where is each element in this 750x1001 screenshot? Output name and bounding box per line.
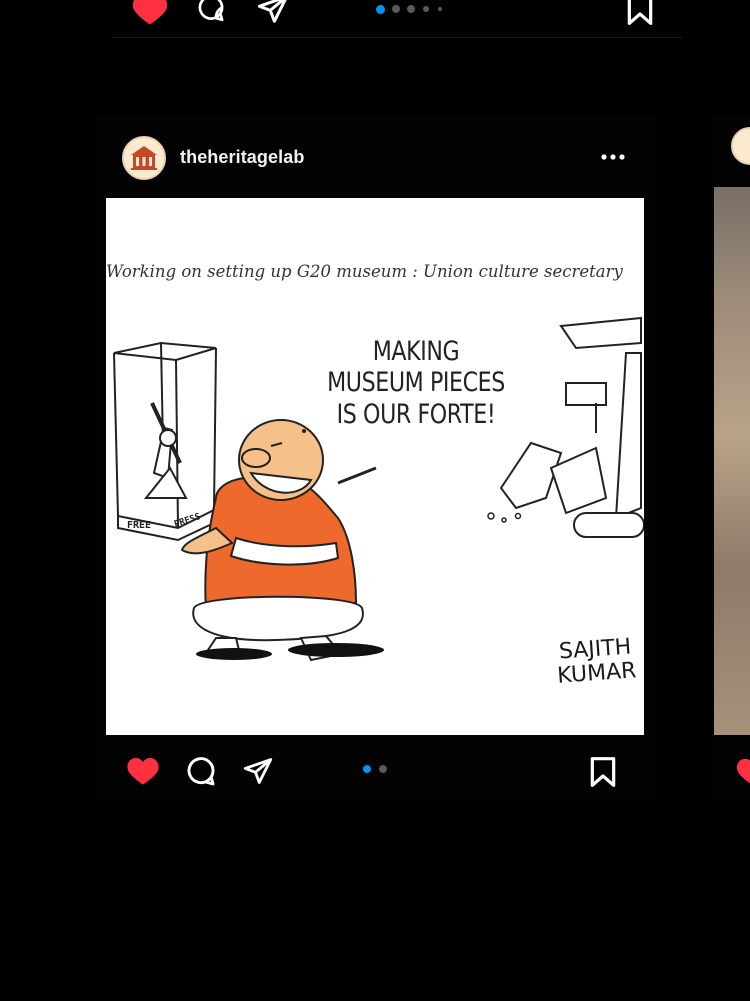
speech-line: MUSEUM PIECES	[327, 367, 505, 399]
divider	[112, 37, 682, 38]
carousel-dot-active	[363, 765, 371, 773]
next-post-image[interactable]	[714, 187, 750, 735]
speech-bubble-text: MAKING MUSEUM PIECES IS OUR FORTE!	[326, 336, 506, 430]
post-username[interactable]: theheritagelab	[180, 147, 304, 168]
heritage-logo-icon	[131, 146, 157, 170]
profile-avatar[interactable]	[122, 136, 166, 180]
speech-line: IS OUR FORTE!	[336, 398, 496, 430]
share-icon[interactable]	[256, 0, 290, 24]
more-horizontal-icon[interactable]	[600, 150, 626, 164]
post-image[interactable]: Working on setting up G20 museum : Union…	[106, 198, 644, 735]
speech-line: MAKING	[372, 336, 460, 367]
carousel-dot-active	[376, 5, 385, 14]
send-icon[interactable]	[242, 757, 274, 785]
heart-icon[interactable]	[735, 756, 750, 786]
previous-post-action-bar	[112, 0, 682, 38]
box-label: FREE	[127, 520, 152, 531]
artist-signature: SAJITH KUMAR	[544, 635, 644, 690]
bookmark-icon[interactable]	[626, 0, 654, 26]
carousel-dot	[423, 6, 429, 12]
carousel-dot	[379, 765, 387, 773]
heart-filled-icon[interactable]	[126, 755, 160, 786]
heart-icon[interactable]	[131, 0, 169, 26]
comment-icon[interactable]	[185, 756, 217, 788]
carousel-dot	[392, 5, 400, 13]
comment-icon[interactable]	[196, 0, 226, 26]
carousel-dot	[407, 5, 415, 13]
carousel-dot	[438, 7, 442, 11]
bookmark-icon[interactable]	[589, 756, 617, 788]
